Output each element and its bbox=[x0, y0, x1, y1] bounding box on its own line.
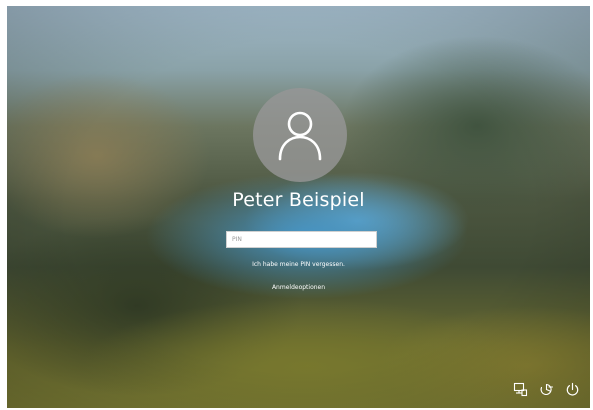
lock-screen: Peter Beispiel Ich habe meine PIN verges… bbox=[7, 6, 590, 408]
user-silhouette-icon bbox=[278, 111, 322, 161]
network-icon bbox=[513, 382, 528, 397]
user-name: Peter Beispiel bbox=[232, 189, 365, 211]
ease-of-access-button[interactable] bbox=[538, 381, 555, 398]
power-button[interactable] bbox=[564, 381, 581, 398]
pin-input[interactable] bbox=[226, 231, 377, 248]
network-button[interactable] bbox=[512, 381, 529, 398]
system-tray bbox=[512, 381, 581, 398]
power-icon bbox=[566, 382, 579, 396]
ease-of-access-icon bbox=[540, 383, 554, 395]
user-avatar bbox=[253, 88, 347, 182]
forgot-pin-link[interactable]: Ich habe meine PIN vergessen. bbox=[7, 261, 590, 268]
sign-in-options-link[interactable]: Anmeldeoptionen bbox=[7, 284, 590, 291]
